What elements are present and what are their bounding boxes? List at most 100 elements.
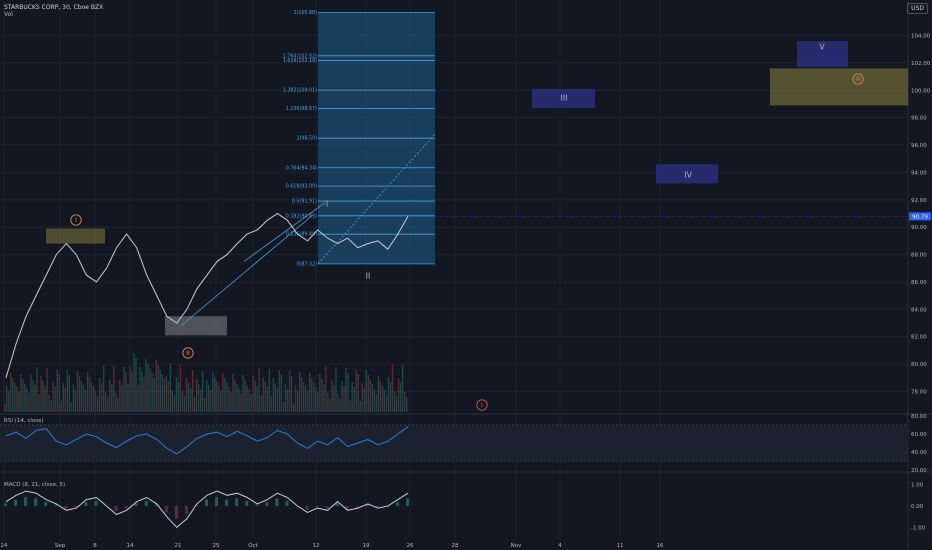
volume-bar bbox=[266, 387, 268, 412]
volume-bar bbox=[401, 365, 404, 412]
volume-bar bbox=[44, 386, 46, 412]
volume-bar bbox=[78, 376, 81, 412]
volume-bar bbox=[250, 394, 252, 412]
volume-bar bbox=[98, 378, 101, 412]
volume-bar bbox=[367, 375, 369, 412]
volume-bar bbox=[262, 377, 264, 412]
price-tick-label: 84.00 bbox=[911, 307, 927, 313]
volume-bar bbox=[214, 377, 216, 412]
volume-bar bbox=[395, 396, 398, 412]
volume-bar bbox=[391, 364, 394, 412]
volume-bar bbox=[133, 353, 135, 412]
volume-bar bbox=[42, 381, 44, 412]
volume-bar bbox=[22, 379, 24, 412]
x-tick-label: 12 bbox=[313, 543, 320, 549]
volume-bar bbox=[383, 390, 386, 412]
volume-bar bbox=[197, 384, 200, 412]
fib-level-label: 0.618(93.00) bbox=[286, 184, 317, 190]
volume-bar bbox=[161, 374, 163, 412]
volume-bar bbox=[387, 377, 390, 412]
volume-bar bbox=[72, 384, 75, 412]
volume-bar bbox=[20, 374, 22, 412]
volume-bar bbox=[6, 386, 8, 412]
price-tick-label: 94.00 bbox=[911, 170, 927, 176]
volume-bar bbox=[201, 371, 204, 412]
volume-bar bbox=[203, 398, 206, 412]
x-tick-label: 19 bbox=[363, 543, 370, 549]
macd-histogram-bar bbox=[335, 503, 339, 506]
volume-bar bbox=[315, 387, 317, 412]
volume-bar bbox=[397, 378, 400, 412]
volume-bar bbox=[309, 373, 311, 412]
volume-bar bbox=[36, 367, 38, 412]
chart-canvas: 24 Sep 8 14 21 25 Oct 12 19 26 28 Nov 4 11 16 104.00 102… bbox=[0, 0, 932, 550]
volume-bar bbox=[337, 394, 339, 412]
macd-series-line bbox=[5, 490, 409, 528]
volume-bar bbox=[210, 390, 212, 412]
volume-bar bbox=[373, 389, 376, 412]
volume-bar bbox=[74, 389, 77, 412]
wave-zone-box bbox=[46, 228, 105, 244]
macd-histogram-bar bbox=[24, 497, 28, 506]
macd-histogram-bar bbox=[255, 504, 259, 506]
rsi-tick-label: 40.00 bbox=[911, 450, 927, 456]
volume-bar bbox=[230, 392, 232, 412]
volume-bar bbox=[264, 382, 266, 412]
fib-level-label: 0.764(94.34) bbox=[286, 165, 317, 171]
volume-bar bbox=[167, 381, 170, 412]
macd-histogram-bar bbox=[4, 503, 7, 506]
volume-bar bbox=[260, 395, 262, 412]
volume-bar bbox=[76, 371, 79, 412]
volume-bar bbox=[28, 393, 30, 412]
volume-bar bbox=[62, 383, 64, 412]
macd-histogram-bar bbox=[144, 500, 148, 506]
volume-bar bbox=[30, 375, 32, 412]
volume-bar bbox=[355, 369, 357, 412]
volume-bar bbox=[183, 396, 186, 412]
wave-label: I bbox=[75, 216, 77, 224]
macd-histogram-bar bbox=[84, 502, 88, 506]
macd-histogram-bar bbox=[44, 502, 48, 506]
x-tick-label: 4 bbox=[558, 543, 562, 549]
volume-bar bbox=[199, 389, 202, 412]
macd-histogram-bar bbox=[275, 498, 279, 506]
volume-bar bbox=[252, 376, 254, 412]
volume-bar bbox=[323, 384, 325, 412]
currency-button[interactable]: USD bbox=[907, 3, 928, 14]
x-tick-label: 26 bbox=[407, 543, 414, 549]
volume-bar bbox=[177, 382, 180, 412]
volume-bar bbox=[298, 372, 301, 412]
macd-histogram-bar bbox=[94, 500, 98, 506]
volume-bar bbox=[96, 396, 99, 412]
volume-bar bbox=[403, 392, 406, 412]
volume-bar bbox=[238, 388, 240, 412]
x-tick-label: 8 bbox=[93, 543, 97, 549]
volume-bar bbox=[286, 389, 289, 412]
volume-bar bbox=[121, 385, 123, 412]
macd-histogram-bar bbox=[114, 506, 118, 512]
volume-bar bbox=[18, 392, 20, 412]
volume-bar bbox=[278, 370, 281, 412]
volume-bar bbox=[117, 398, 119, 412]
macd-tick-label: 1.00 bbox=[911, 483, 924, 489]
volume-bar bbox=[393, 391, 396, 412]
volume-bar bbox=[333, 385, 335, 412]
wave-zone-box bbox=[165, 316, 227, 336]
volume-bar bbox=[335, 367, 337, 412]
x-tick-label: 14 bbox=[127, 543, 134, 549]
volume-bar bbox=[185, 378, 188, 412]
volume-bar bbox=[84, 390, 87, 412]
volume-bar bbox=[54, 387, 56, 412]
fib-level-label: 2(105.68) bbox=[293, 10, 317, 16]
macd-histogram-bar bbox=[245, 500, 249, 506]
fib-level-label: 1.382(100.01) bbox=[283, 88, 317, 94]
volume-bar bbox=[56, 369, 58, 412]
volume-bar bbox=[405, 397, 408, 412]
volume-bar bbox=[26, 388, 28, 412]
volume-bar bbox=[105, 392, 107, 412]
price-tick-label: 98.00 bbox=[911, 116, 927, 122]
x-tick-label: 21 bbox=[175, 543, 182, 549]
price-tick-label: 96.00 bbox=[911, 143, 927, 149]
volume-bar bbox=[351, 382, 353, 412]
volume-bar bbox=[139, 367, 141, 412]
